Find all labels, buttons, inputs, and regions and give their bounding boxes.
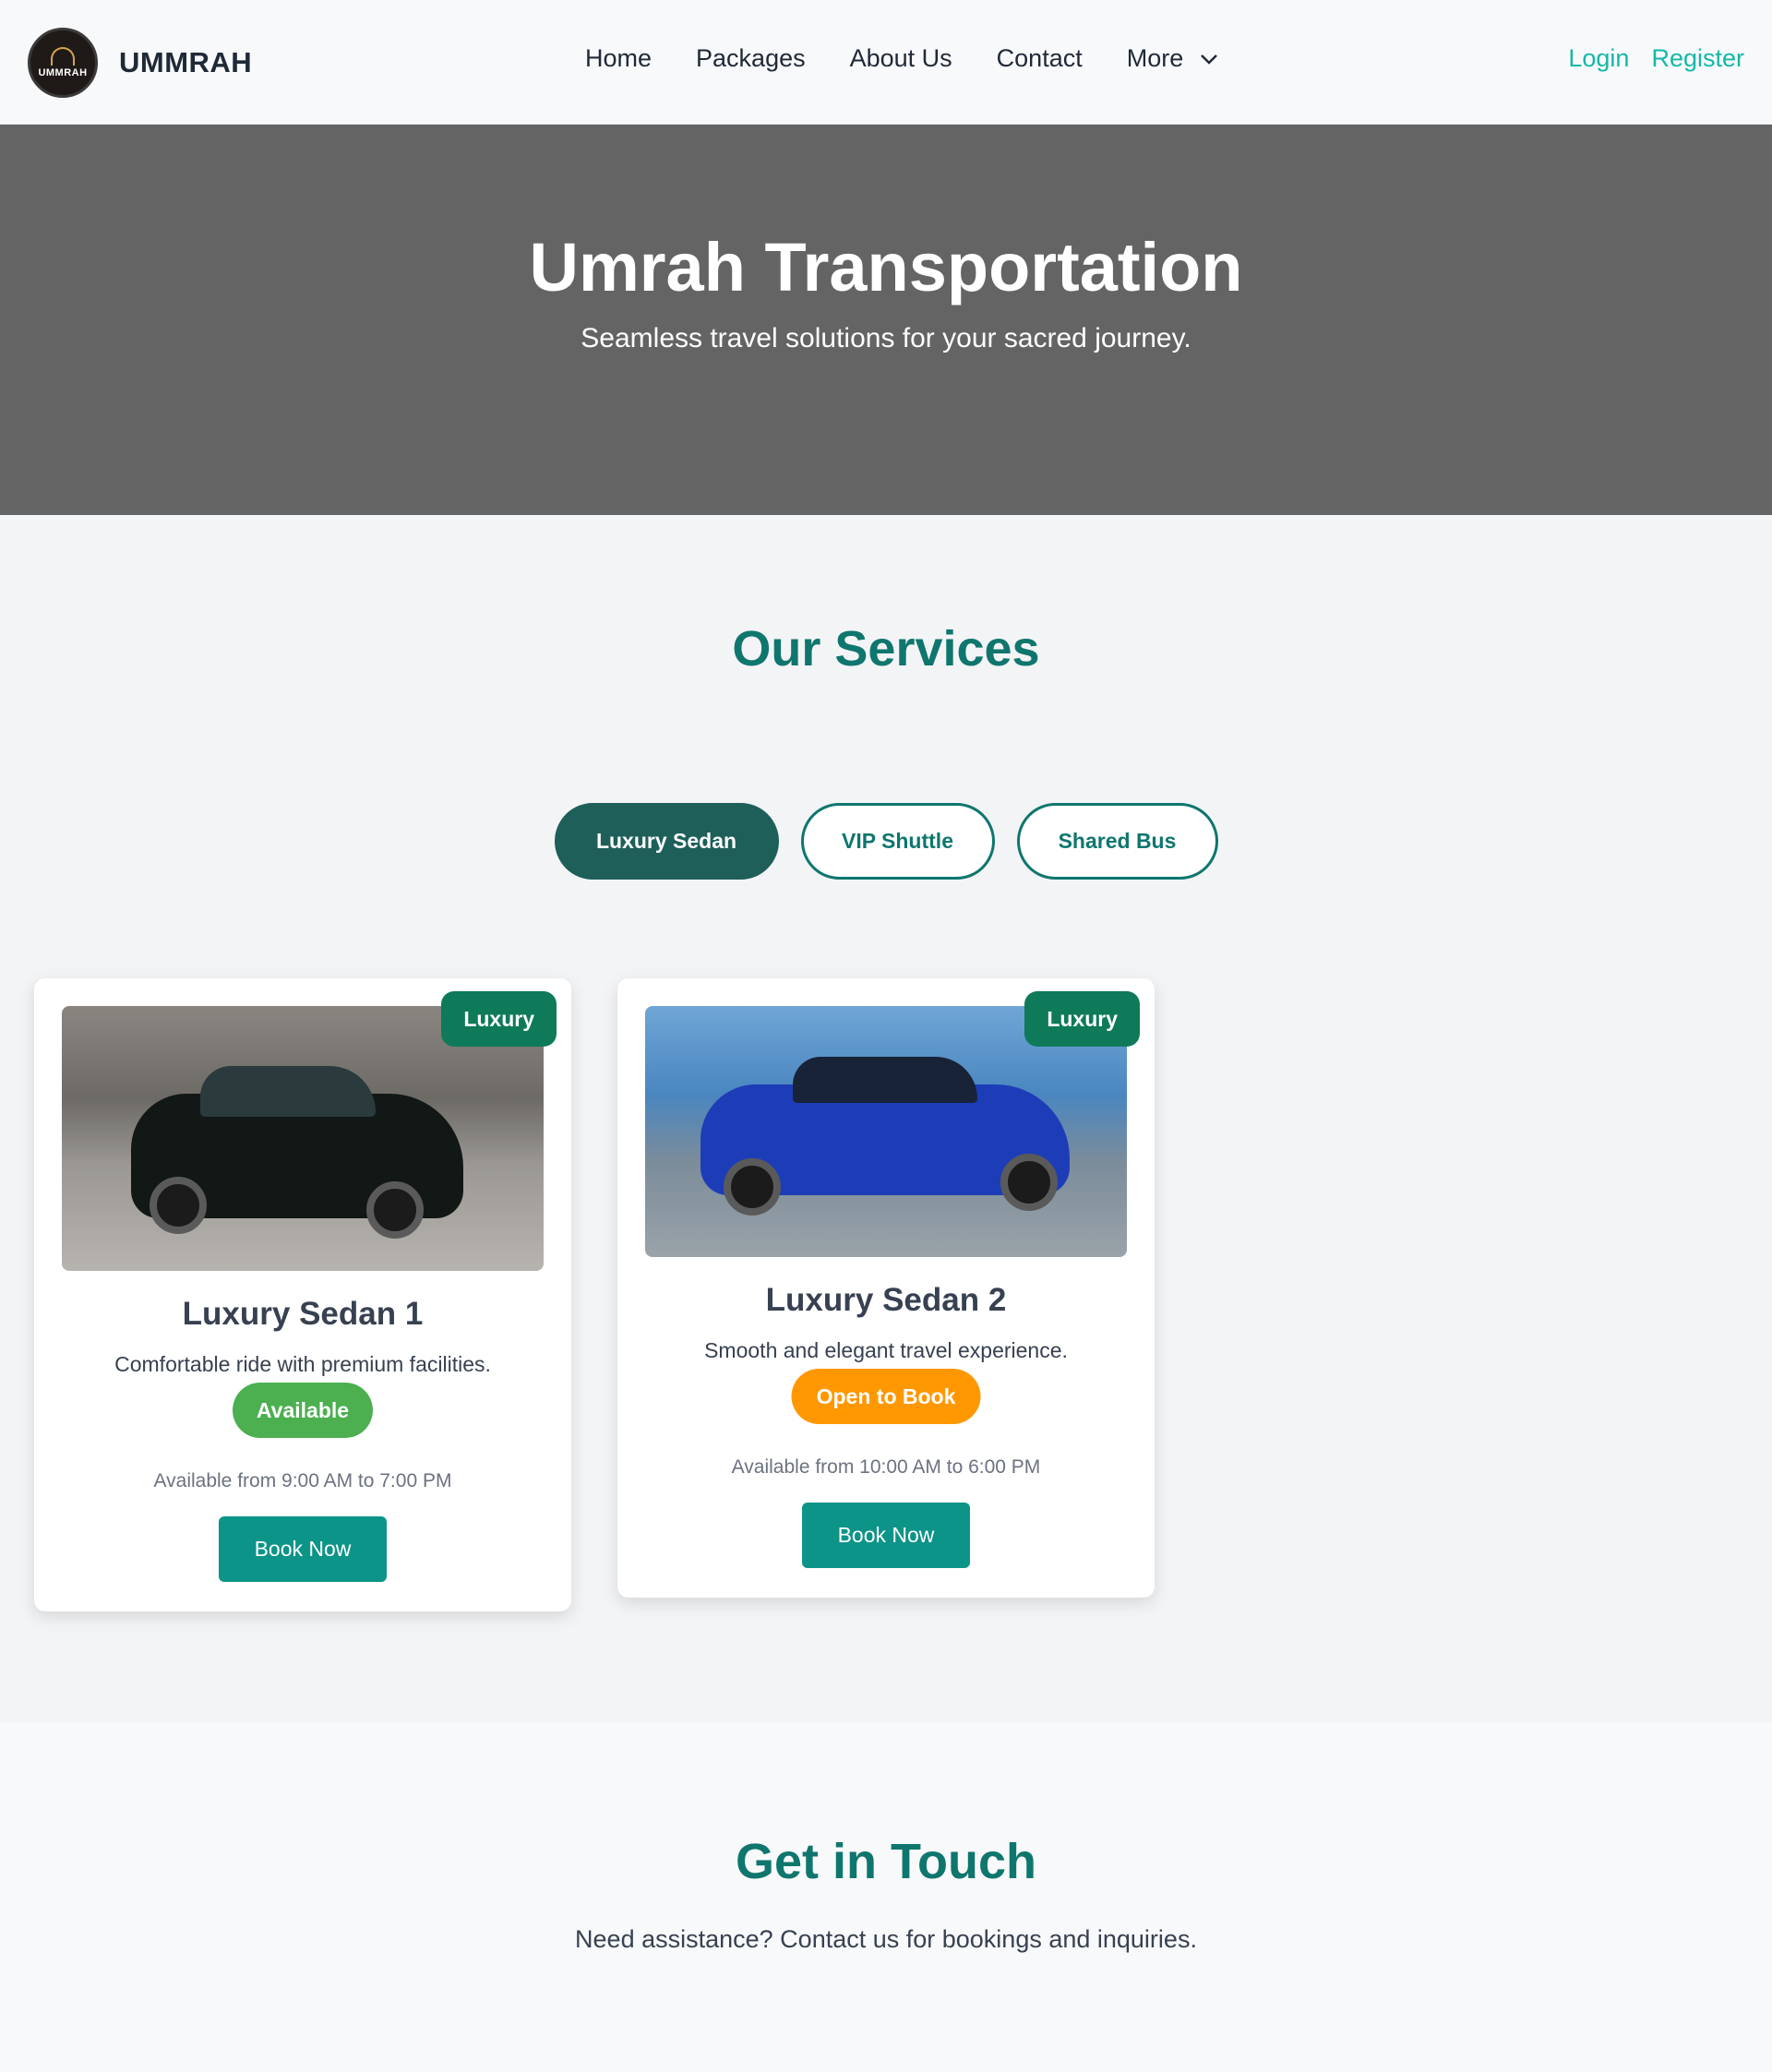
service-card: Luxury Luxury Sedan 1 Comfortable ride w… [34,978,571,1611]
tab-shared-bus[interactable]: Shared Bus [1016,803,1218,880]
card-title: Luxury Sedan 1 [182,1296,424,1332]
logo-text: UMMRAH [38,67,88,78]
availability-hours: Available from 10:00 AM to 6:00 PM [731,1456,1041,1478]
login-link[interactable]: Login [1568,44,1629,73]
availability-hours: Available from 9:00 AM to 7:00 PM [153,1470,452,1491]
services-title: Our Services [732,621,1040,677]
nav-about-us[interactable]: About Us [850,44,952,73]
category-badge: Luxury [1024,991,1140,1047]
contact-text: Need assistance? Contact us for bookings… [575,1925,1197,1953]
service-card: Luxury Luxury Sedan 2 Smooth and elegant… [617,978,1155,1598]
status-badge: Open to Book [791,1369,981,1424]
top-navbar: UMMRAH UMMRAH Home Packages About Us Con… [0,0,1772,125]
hero-banner: Umrah Transportation Seamless travel sol… [0,125,1772,515]
nav-packages[interactable]: Packages [696,44,806,73]
nav-home[interactable]: Home [585,44,652,73]
site-logo[interactable]: UMMRAH [28,28,98,98]
main-nav: Home Packages About Us Contact More [585,44,1263,73]
brand-name[interactable]: UMMRAH [119,46,252,79]
category-badge: Luxury [441,991,557,1047]
nav-more-dropdown[interactable]: More [1127,44,1219,73]
tab-vip-shuttle[interactable]: VIP Shuttle [800,803,995,880]
contact-title: Get in Touch [736,1834,1036,1889]
hero-subtitle: Seamless travel solutions for your sacre… [581,323,1191,353]
nav-more-label: More [1126,44,1184,72]
book-now-button[interactable]: Book Now [219,1516,387,1582]
card-description: Comfortable ride with premium facilities… [114,1352,491,1376]
contact-section: Get in Touch Need assistance? Contact us… [0,1722,1772,2072]
card-title: Luxury Sedan 2 [765,1282,1007,1318]
register-link[interactable]: Register [1651,44,1744,73]
card-description: Smooth and elegant travel experience. [704,1338,1068,1362]
mosque-dome-icon [51,47,75,66]
auth-links: Login Register [1568,44,1744,73]
tab-luxury-sedan[interactable]: Luxury Sedan [554,803,779,880]
book-now-button[interactable]: Book Now [802,1503,970,1568]
hero-title: Umrah Transportation [529,229,1243,305]
status-badge: Available [233,1383,373,1438]
nav-contact[interactable]: Contact [997,44,1083,73]
service-tabs: Luxury Sedan VIP Shuttle Shared Bus [0,803,1772,880]
chevron-down-icon [1201,54,1218,65]
